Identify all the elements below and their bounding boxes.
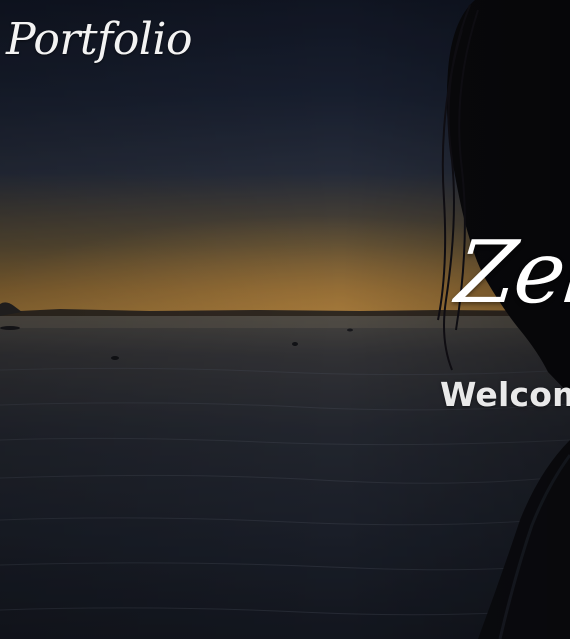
brand-logo-link[interactable]: Portfolio	[6, 4, 192, 76]
hero-section: Portfolio Zelu Welcom	[0, 0, 570, 639]
hero-subtitle: Welcom	[440, 375, 570, 414]
hero-title: Zelu	[451, 223, 570, 323]
